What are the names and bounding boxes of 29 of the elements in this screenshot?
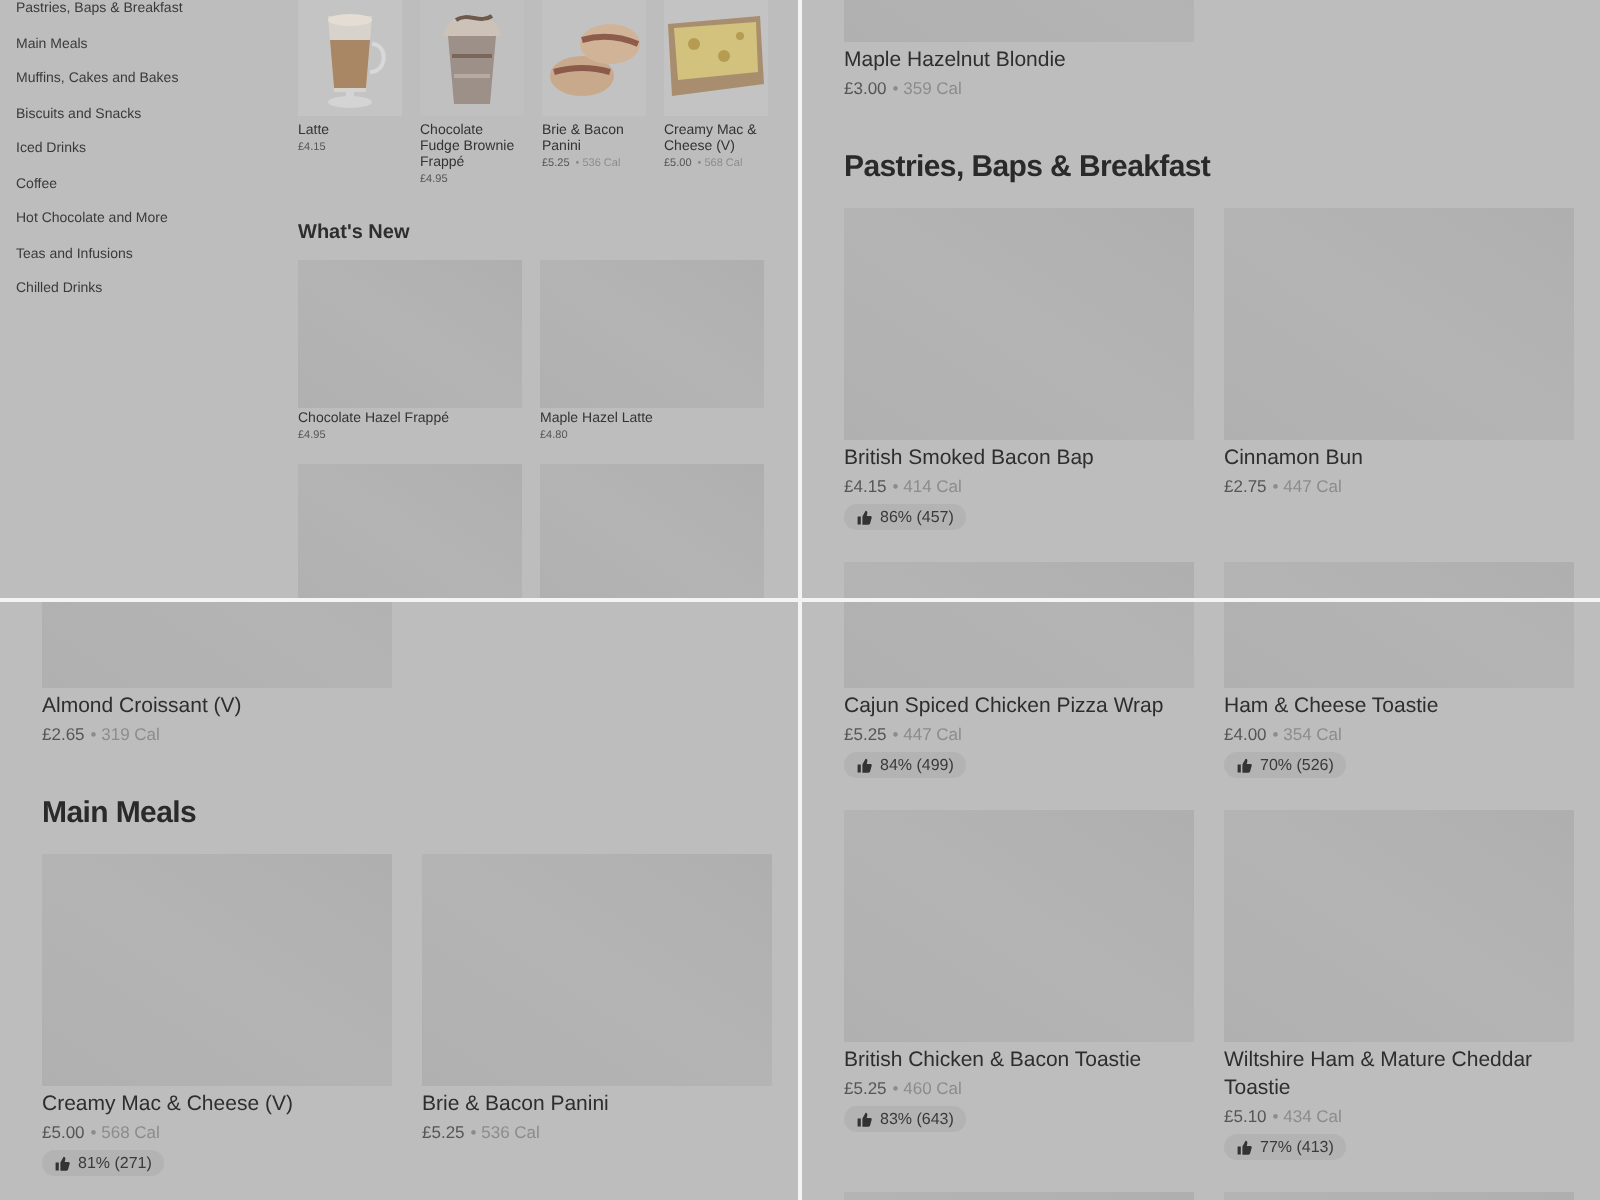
section-heading: Main Meals	[42, 794, 199, 834]
item-name[interactable]: Almond Croissant (V)	[42, 692, 392, 720]
item-price: £5.10	[1224, 1104, 1267, 1130]
item-price: £2.75	[1224, 474, 1267, 500]
rating-text: 86% (457)	[880, 507, 954, 527]
rating-text: 83% (643)	[880, 1109, 954, 1129]
item-price: £5.25	[422, 1120, 465, 1146]
item-price: £5.25	[844, 1076, 887, 1102]
item-price: £4.00	[1224, 722, 1267, 748]
item-price: £3.00	[844, 76, 887, 102]
item-name[interactable]: Maple Hazelnut Blondie	[844, 46, 1194, 74]
item-name[interactable]: Wiltshire Ham & Mature Cheddar Toastie	[1224, 1046, 1574, 1102]
item-name[interactable]: Cajun Spiced Chicken Pizza Wrap	[844, 692, 1194, 720]
item-price: £2.65	[42, 722, 85, 748]
rating-text: 84% (499)	[880, 755, 954, 775]
section-heading: Pastries, Baps & Breakfast	[844, 148, 1213, 188]
item-name[interactable]: British Smoked Bacon Bap	[844, 444, 1194, 472]
rating-text: 70% (526)	[1260, 755, 1334, 775]
item-price: £5.00	[42, 1120, 85, 1146]
item-name[interactable]: British Chicken & Bacon Toastie	[844, 1046, 1194, 1074]
rating-text: 81% (271)	[78, 1153, 152, 1173]
item-price: £5.25	[844, 722, 887, 748]
section-heading: What's New	[298, 222, 412, 246]
rating-text: 77% (413)	[1260, 1137, 1334, 1157]
item-price: £4.15	[844, 474, 887, 500]
item-name[interactable]: Ham & Cheese Toastie	[1224, 692, 1574, 720]
item-name[interactable]: Brie & Bacon Panini	[422, 1090, 772, 1118]
item-name[interactable]: Creamy Mac & Cheese (V)	[42, 1090, 392, 1118]
item-name[interactable]: Cinnamon Bun	[1224, 444, 1574, 472]
